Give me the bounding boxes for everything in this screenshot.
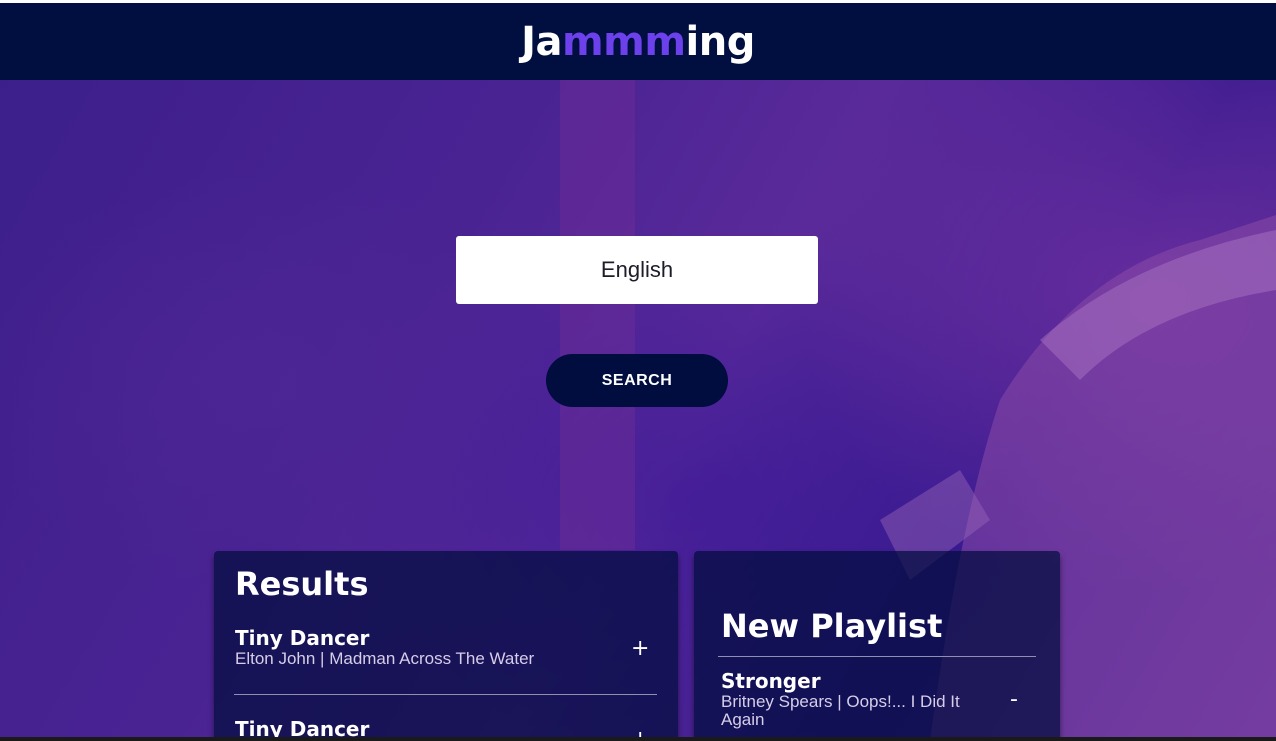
search-button[interactable]: SEARCH xyxy=(546,354,728,407)
result-track-1: Tiny Dancer Elton John | Madman Across T… xyxy=(235,626,534,668)
results-title: Results xyxy=(235,565,369,603)
playlist-panel: New Playlist Stronger Britney Spears | O… xyxy=(694,551,1060,741)
playlist-title-underline xyxy=(718,656,1036,657)
track-info-continued: Again xyxy=(721,710,765,729)
search-input[interactable] xyxy=(456,236,818,304)
background-stripe xyxy=(560,80,635,550)
results-panel: Results Tiny Dancer Elton John | Madman … xyxy=(214,551,678,741)
add-track-button[interactable]: + xyxy=(631,636,649,661)
logo-prefix: Ja xyxy=(521,18,562,65)
logo-highlight: mmm xyxy=(562,18,686,65)
app-logo: Jammming xyxy=(521,19,755,65)
app-header: Jammming xyxy=(0,3,1276,80)
playlist-name-input[interactable]: New Playlist xyxy=(721,607,942,645)
track-info: Britney Spears | Oops!... I Did It xyxy=(721,692,960,711)
playlist-track-1: Stronger Britney Spears | Oops!... I Did… xyxy=(721,669,1011,729)
remove-track-button[interactable]: - xyxy=(1010,687,1018,712)
track-name: Stronger xyxy=(721,669,821,693)
track-divider xyxy=(234,694,657,695)
logo-suffix: ing xyxy=(685,18,756,65)
track-info: Elton John | Madman Across The Water xyxy=(235,649,535,668)
bottom-scroll-edge xyxy=(0,737,1276,741)
track-name: Tiny Dancer xyxy=(235,626,370,650)
